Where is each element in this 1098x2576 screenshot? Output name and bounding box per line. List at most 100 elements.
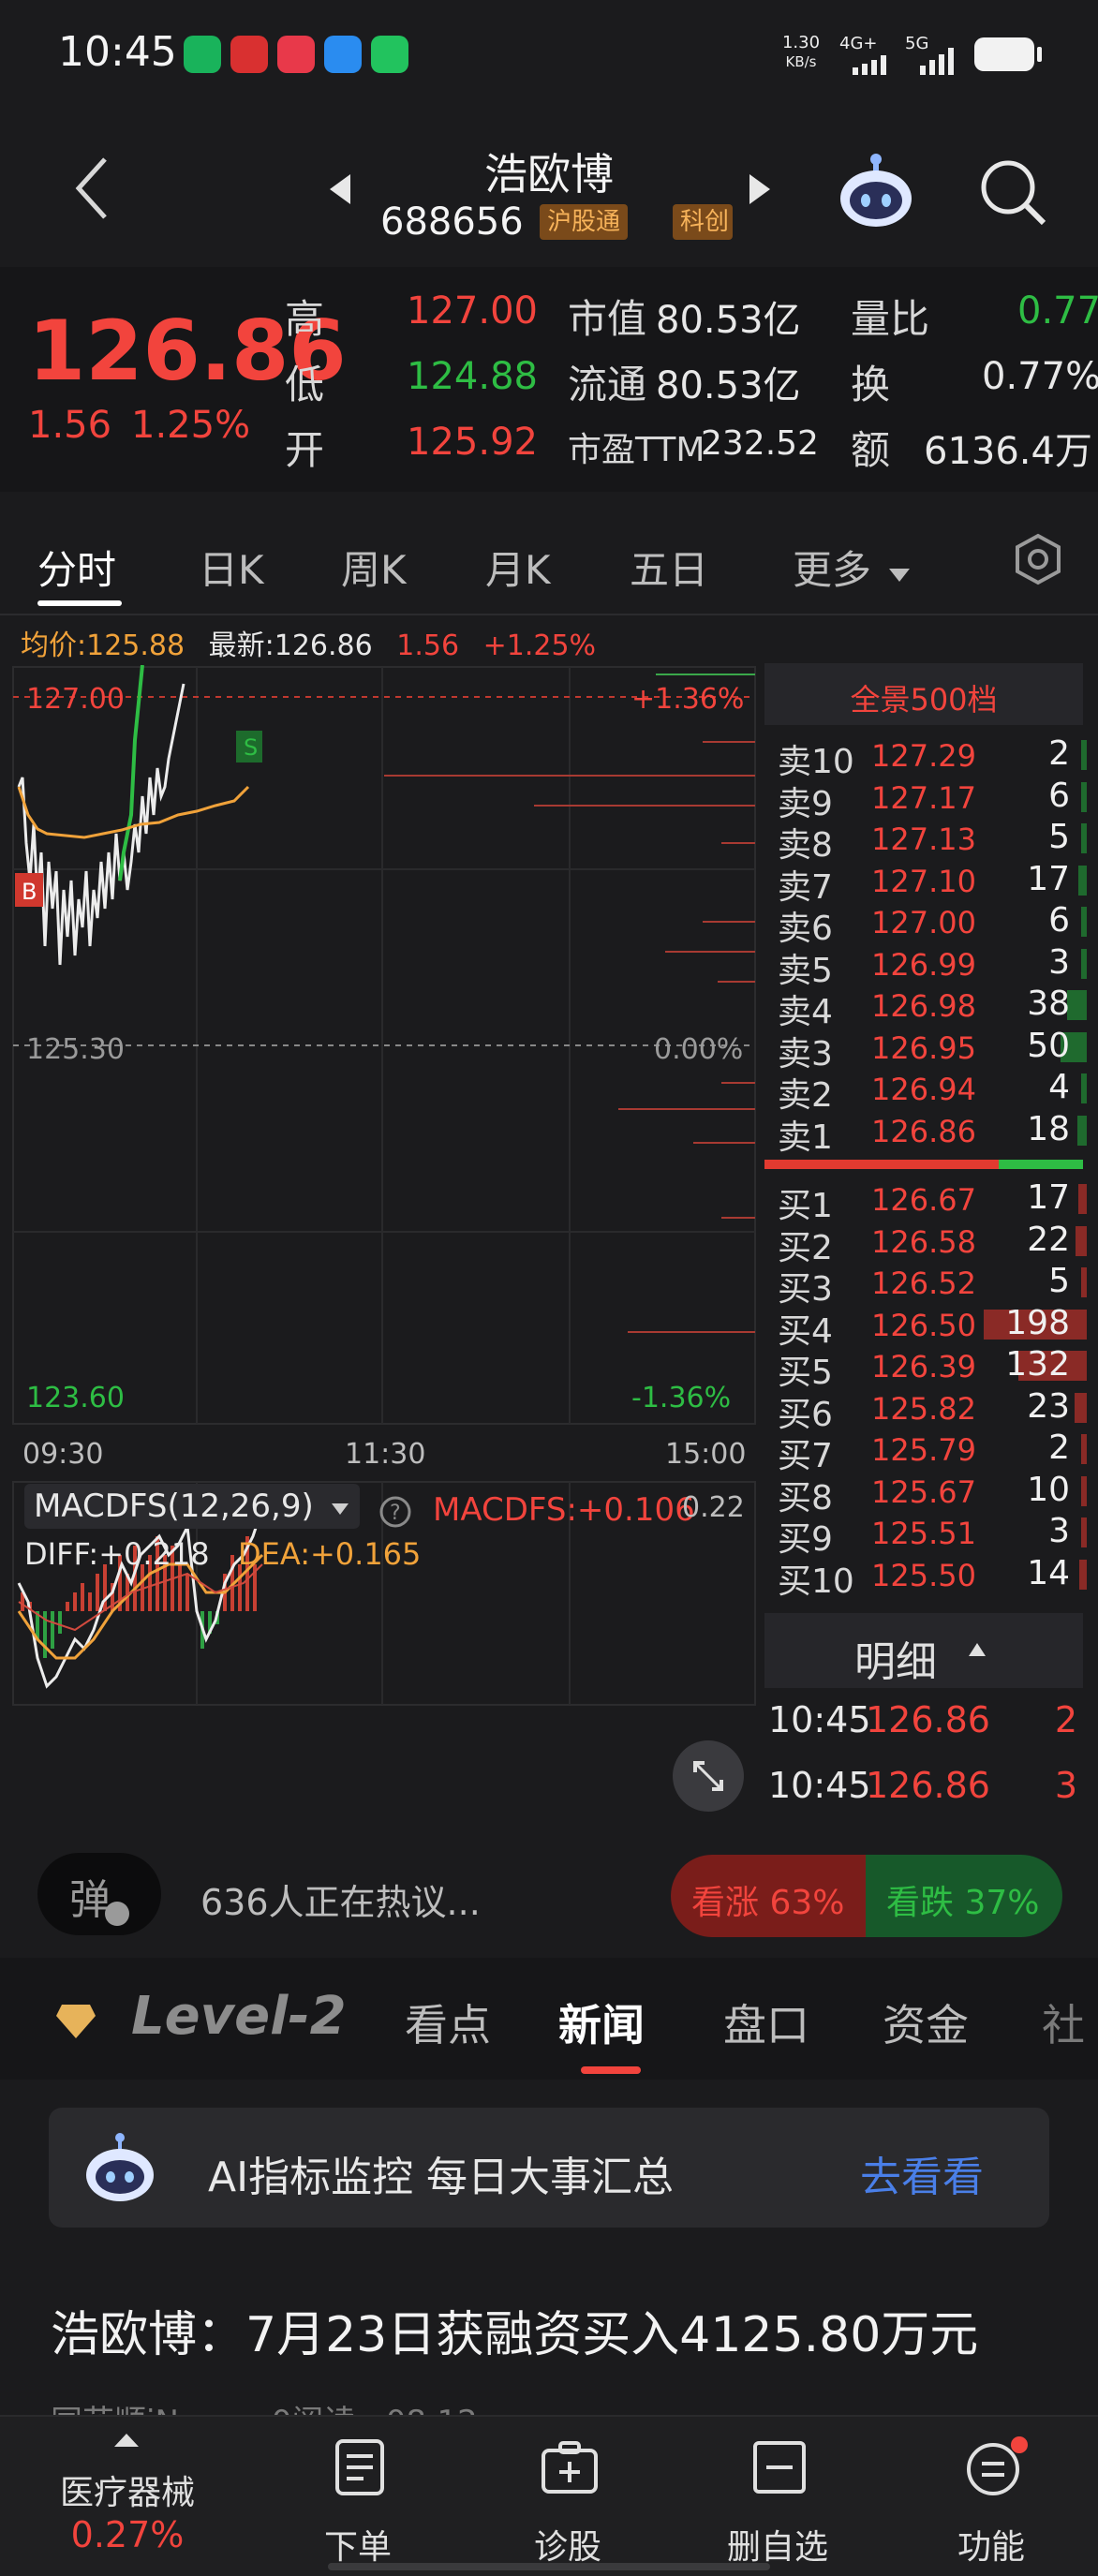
star-market-tag: 科创 — [673, 204, 733, 240]
ask-row[interactable]: 卖2 126.94 4 — [778, 1068, 1087, 1115]
app-notification-icon — [324, 36, 362, 73]
bid-row[interactable]: 买4 126.50 198 — [778, 1304, 1087, 1351]
level-volume: 5 — [1048, 1262, 1070, 1300]
banner-action-link[interactable]: 去看看 — [860, 2143, 984, 2203]
spread-divider — [764, 1160, 1083, 1169]
tab-order-flow[interactable]: 盘口 — [723, 1991, 809, 2053]
x-axis-end: 15:00 — [665, 1438, 746, 1471]
order-doc-icon — [335, 2439, 384, 2495]
ask-row[interactable]: 卖9 127.17 6 — [778, 776, 1087, 823]
search-icon[interactable] — [978, 157, 1049, 229]
help-icon[interactable]: ? — [378, 1495, 412, 1529]
banner-text: AI指标监控 每日大事汇总 — [208, 2154, 675, 2201]
app-notification-icon — [184, 36, 221, 73]
volume-bar — [1081, 948, 1087, 979]
price-change-pct: 1.25% — [131, 404, 251, 447]
volume-bar — [1081, 1267, 1087, 1297]
trade-detail-header[interactable]: 明细 — [764, 1613, 1083, 1688]
tab-capital[interactable]: 资金 — [883, 1991, 969, 2053]
tab-weekly-k[interactable]: 周K — [341, 539, 407, 596]
level-volume: 4 — [1048, 1068, 1070, 1106]
volume-bar — [1081, 907, 1087, 937]
volume-bar — [1081, 823, 1087, 853]
ask-row[interactable]: 卖8 127.13 5 — [778, 818, 1087, 865]
low-label: 低 — [285, 362, 325, 407]
active-tab-indicator — [37, 600, 122, 606]
bid-row[interactable]: 买9 125.51 3 — [778, 1512, 1087, 1559]
wechat-icon — [371, 36, 408, 73]
stock-name: 浩欧博 — [484, 149, 614, 200]
order-book-header[interactable]: 全景500档 — [764, 663, 1083, 725]
ask-row[interactable]: 卖5 126.99 3 — [778, 943, 1087, 990]
level-volume: 6 — [1048, 776, 1070, 815]
level-volume: 38 — [1027, 985, 1070, 1023]
amount-value: 6136.4万 — [924, 430, 1092, 473]
ai-robot-icon — [86, 2133, 154, 2201]
bearish-vote-button[interactable]: 看跌 37% — [866, 1855, 1062, 1937]
ask-row[interactable]: 卖6 127.00 6 — [778, 901, 1087, 948]
danmaku-toggle[interactable]: 弹 — [37, 1853, 161, 1935]
chart-info-line: 均价:125.88 最新:126.86 1.56 +1.25% — [21, 622, 596, 663]
battery-icon — [974, 37, 1042, 71]
indicator-selector[interactable]: MACDFS(12,26,9) — [24, 1484, 360, 1529]
level-volume: 14 — [1027, 1553, 1070, 1592]
latest-change: 1.56 — [396, 629, 460, 662]
tab-five-day[interactable]: 五日 — [630, 539, 708, 596]
bid-row[interactable]: 买6 125.82 23 — [778, 1387, 1087, 1434]
next-stock-icon[interactable] — [746, 172, 774, 206]
level-price: 126.98 — [871, 988, 976, 1024]
settings-icon[interactable] — [1012, 533, 1064, 585]
chart-period-tabs: 分时 日K 周K 月K 五日 更多 — [0, 511, 1098, 615]
news-headline[interactable]: 浩欧博：7月23日获融资买入4125.80万元 — [51, 2295, 978, 2365]
tab-news[interactable]: 新闻 — [558, 1991, 645, 2053]
level-price: 127.10 — [871, 863, 976, 899]
menu-icon — [967, 2436, 1028, 2495]
ask-row[interactable]: 卖10 127.29 2 — [778, 734, 1087, 781]
bid-row[interactable]: 买10 125.50 14 — [778, 1553, 1087, 1601]
level-volume: 2 — [1048, 1429, 1070, 1467]
diff-value: DIFF:+0.218 — [24, 1536, 210, 1572]
high-value: 127.00 — [407, 289, 538, 333]
macd-axis-top: 0.22 — [682, 1491, 745, 1524]
signal-4g: 4G+ — [839, 34, 878, 53]
discussion-text[interactable]: 636人正在热议... — [200, 1873, 481, 1925]
signal-bars-icon — [853, 55, 886, 75]
level-label: 买10 — [778, 1562, 854, 1601]
fullscreen-button[interactable] — [673, 1740, 744, 1812]
tab-community[interactable]: 社 — [1042, 1991, 1085, 2053]
level-volume: 17 — [1027, 1178, 1070, 1217]
tab-level2[interactable]: Level-2 — [131, 1986, 347, 2047]
ai-robot-icon[interactable] — [834, 150, 918, 234]
bullish-vote-button[interactable]: 看涨 63% — [671, 1855, 868, 1937]
latest-price: 最新:126.86 — [208, 629, 373, 662]
ask-row[interactable]: 卖4 126.98 38 — [778, 985, 1087, 1031]
ai-monitor-banner[interactable]: AI指标监控 每日大事汇总 去看看 — [49, 2108, 1049, 2228]
y-axis-mid: 125.30 — [26, 1033, 125, 1066]
bid-row[interactable]: 买8 125.67 10 — [778, 1471, 1087, 1517]
ask-row[interactable]: 卖1 126.86 18 — [778, 1110, 1087, 1157]
bid-row[interactable]: 买1 126.67 17 — [778, 1178, 1087, 1225]
ask-row[interactable]: 卖7 127.10 17 — [778, 860, 1087, 907]
chevron-up-icon — [969, 1643, 986, 1656]
volume-bar — [1078, 1184, 1087, 1214]
level-price: 126.52 — [871, 1266, 976, 1301]
level-volume: 22 — [1027, 1220, 1070, 1259]
tab-highlights[interactable]: 看点 — [405, 1991, 491, 2053]
bid-row[interactable]: 买7 125.79 2 — [778, 1429, 1087, 1475]
tab-intraday[interactable]: 分时 — [37, 539, 116, 596]
level-volume: 5 — [1048, 818, 1070, 856]
bid-row[interactable]: 买2 126.58 22 — [778, 1220, 1087, 1267]
tab-monthly-k[interactable]: 月K — [485, 539, 551, 596]
status-bar: 10:45 1.30 KB/s 4G+ 5G — [0, 0, 1098, 112]
home-indicator — [328, 2563, 770, 2570]
bid-row[interactable]: 买5 126.39 132 — [778, 1345, 1087, 1392]
float-label: 流通 — [568, 362, 647, 407]
ask-row[interactable]: 卖3 126.95 50 — [778, 1027, 1087, 1073]
stock-code: 688656 — [380, 200, 524, 244]
app-notification-icon — [277, 36, 315, 73]
tab-more[interactable]: 更多 — [793, 539, 912, 596]
intraday-chart[interactable]: B S 127.00 +1.36% 125.30 0.00% 123.60 -1… — [9, 665, 759, 1827]
bid-row[interactable]: 买3 126.52 5 — [778, 1262, 1087, 1309]
tab-daily-k[interactable]: 日K — [199, 539, 264, 596]
level-price: 126.94 — [871, 1072, 976, 1107]
